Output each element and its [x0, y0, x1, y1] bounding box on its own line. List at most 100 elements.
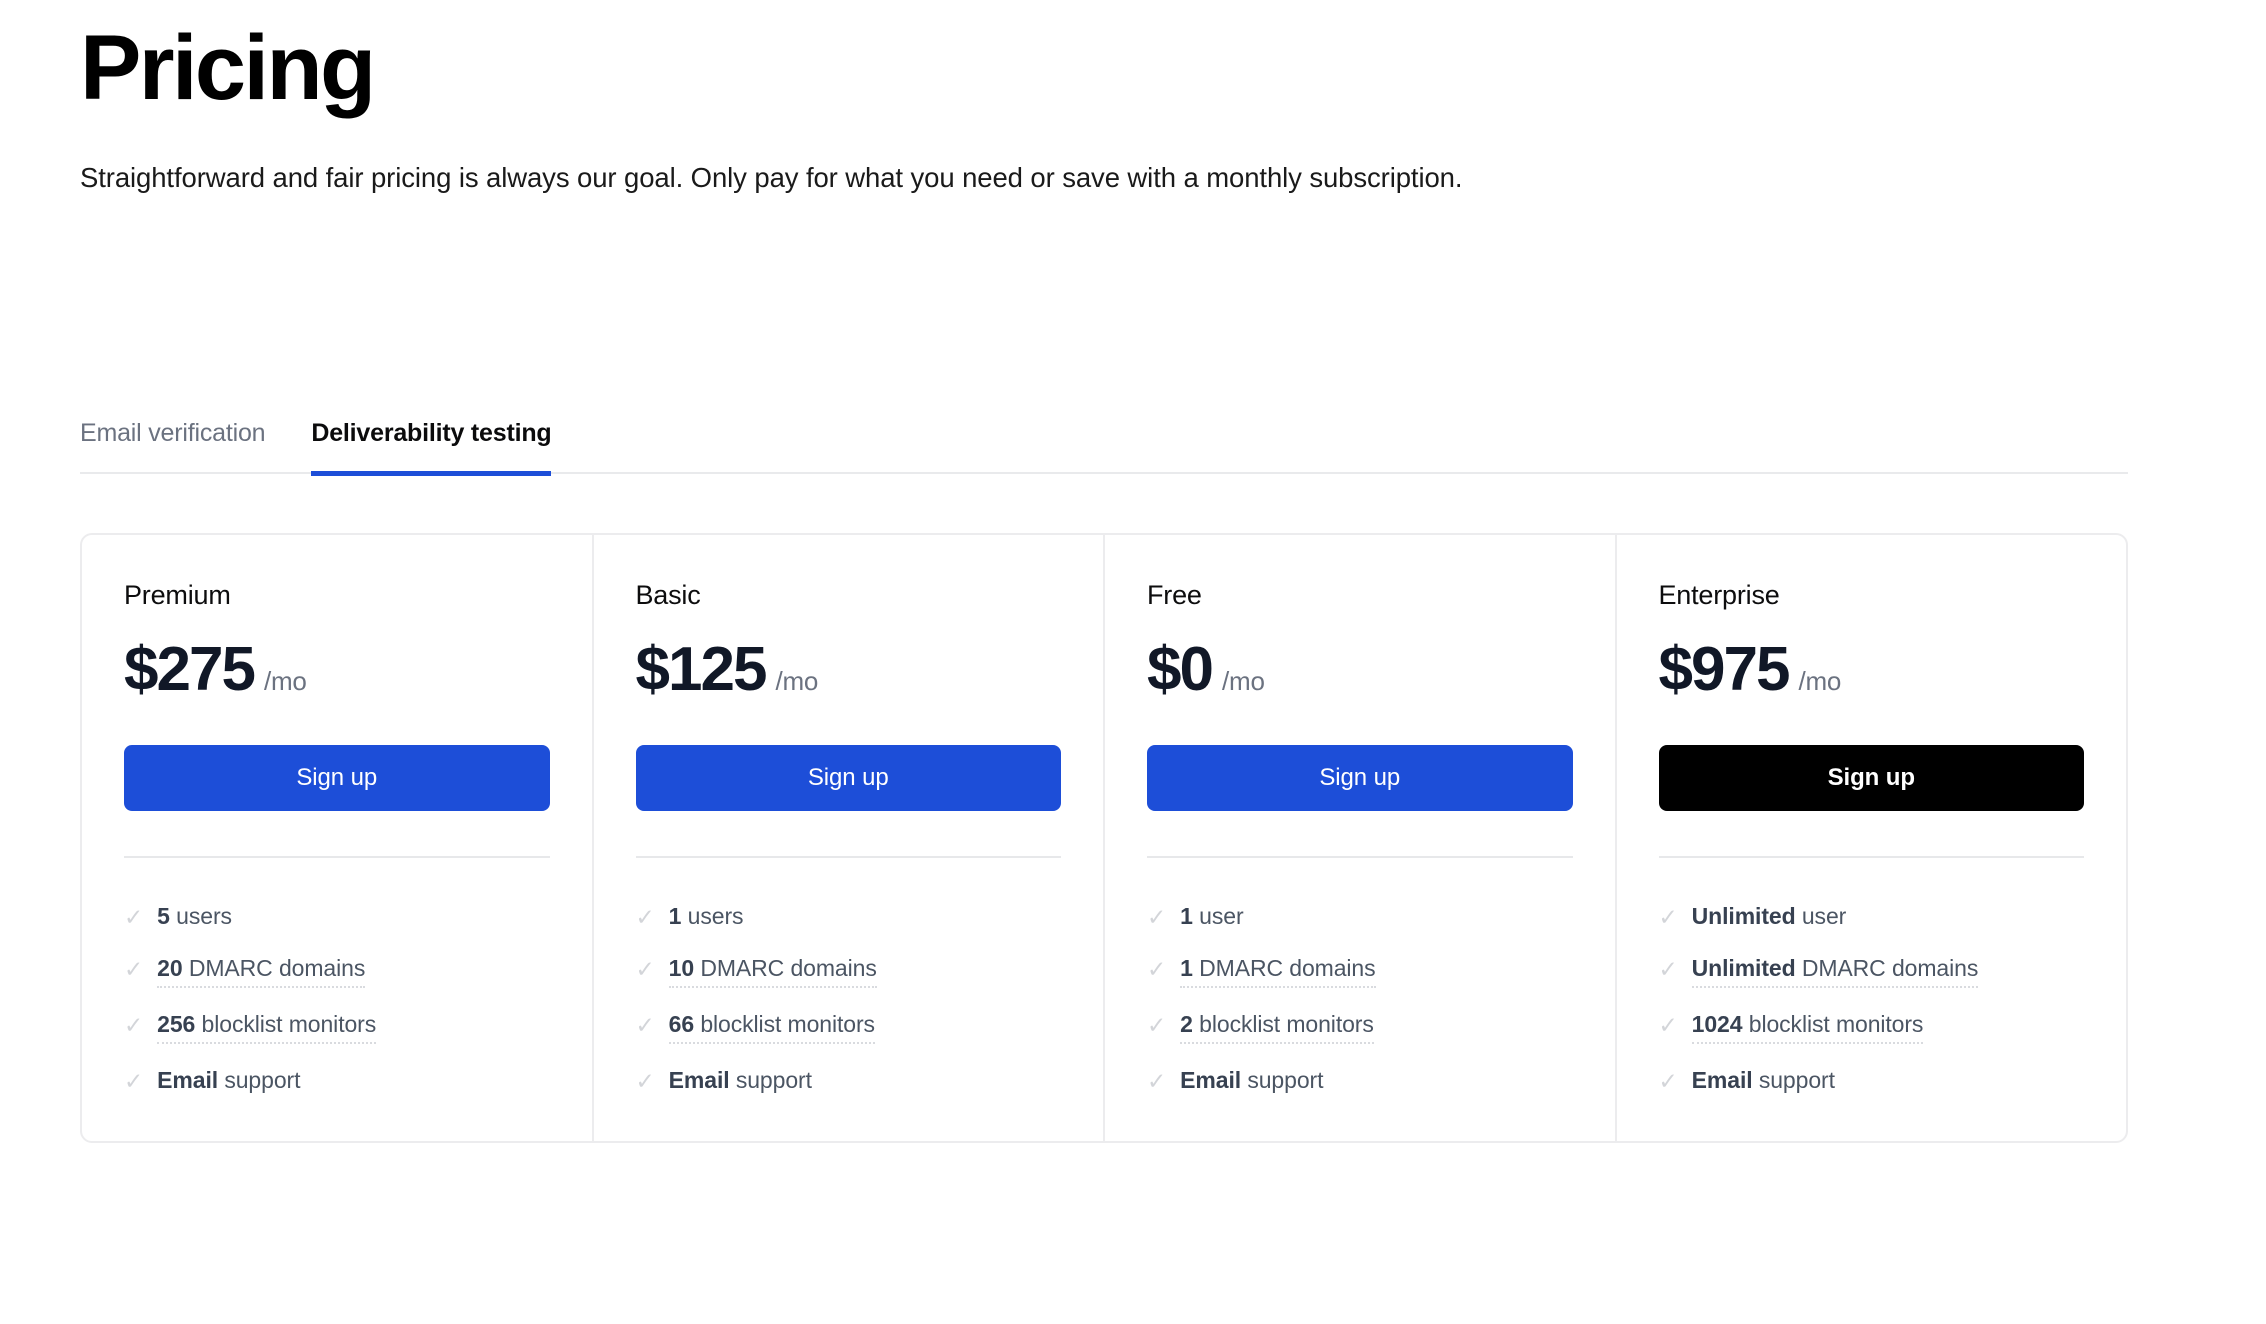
feature-label[interactable]: 2 blocklist monitors	[1180, 1010, 1374, 1045]
check-icon: ✓	[124, 904, 144, 931]
feature-name: user	[1199, 903, 1244, 930]
feature-label: Email support	[669, 1066, 812, 1096]
feature-quantity: Email	[1180, 1067, 1242, 1094]
feature-name: blocklist monitors	[1748, 1011, 1924, 1038]
feature-name: users	[687, 903, 744, 930]
feature-item: ✓ 2 blocklist monitors	[1147, 1010, 1573, 1045]
plan-name: Free	[1147, 580, 1202, 610]
plan-card-free: Free $0/mo Sign up ✓ 1 user ✓ 1 DMARC domains ✓…	[1105, 535, 1617, 1141]
feature-item: ✓ 1 DMARC domains	[1147, 954, 1573, 989]
feature-quantity: Email	[668, 1067, 730, 1094]
plan-card-enterprise: Enterprise $975/mo Sign up ✓ Unlimited user ✓…	[1617, 535, 2127, 1141]
plan-price-row: $275/mo	[124, 639, 550, 701]
check-icon: ✓	[1147, 1012, 1167, 1039]
check-icon: ✓	[635, 956, 655, 983]
feature-name: blocklist monitors	[700, 1011, 875, 1038]
plan-price-period: /mo	[1221, 666, 1265, 697]
signup-button-premium[interactable]: Sign up	[124, 745, 550, 812]
check-icon: ✓	[635, 904, 655, 931]
feature-item: ✓ 1024 blocklist monitors	[1658, 1010, 2085, 1045]
feature-label: 1 user	[1180, 902, 1243, 932]
feature-name: DMARC domains	[700, 955, 877, 982]
signup-button-free[interactable]: Sign up	[1147, 745, 1573, 812]
plan-features-list: ✓ 1 users ✓ 10 DMARC domains ✓ 66 blocklist m…	[636, 902, 1062, 1118]
plan-divider	[124, 856, 550, 859]
plan-card-basic: Basic $125/mo Sign up ✓ 1 users ✓ 10 DMARC dom…	[594, 535, 1105, 1141]
plan-name: Enterprise	[1658, 580, 1780, 610]
feature-label[interactable]: 1024 blocklist monitors	[1691, 1010, 1924, 1045]
feature-name: DMARC domains	[188, 955, 366, 982]
signup-button-basic[interactable]: Sign up	[635, 745, 1061, 812]
feature-quantity: Email	[157, 1067, 219, 1094]
plan-features-list: ✓ 1 user ✓ 1 DMARC domains ✓ 2 blocklist moni…	[1147, 902, 1573, 1118]
feature-label: Email support	[157, 1066, 300, 1096]
feature-name: DMARC domains	[1199, 955, 1376, 982]
plan-name: Premium	[124, 580, 231, 610]
feature-item: ✓ Email support	[1147, 1066, 1573, 1096]
check-icon: ✓	[1658, 904, 1678, 931]
feature-name: DMARC domains	[1801, 955, 1979, 982]
feature-label[interactable]: 1 DMARC domains	[1180, 954, 1376, 989]
feature-quantity: Unlimited	[1691, 955, 1796, 982]
check-icon: ✓	[124, 956, 144, 983]
pricing-tabs: Email verification Deliverability testing	[80, 398, 2128, 476]
plan-price-row: $0/mo	[1147, 639, 1573, 701]
feature-item: ✓ Email support	[124, 1066, 550, 1096]
feature-item: ✓ 1 users	[636, 902, 1062, 932]
feature-quantity: 2	[1180, 1011, 1193, 1038]
feature-label: 5 users	[157, 902, 232, 932]
feature-quantity: 256	[157, 1011, 196, 1038]
feature-name: support	[224, 1067, 301, 1094]
check-icon: ✓	[1147, 1068, 1167, 1095]
plan-name: Basic	[635, 580, 701, 610]
feature-label: 1 users	[669, 902, 744, 932]
feature-item: ✓ Unlimited user	[1659, 902, 2085, 932]
feature-name: user	[1801, 903, 1847, 930]
check-icon: ✓	[124, 1068, 144, 1095]
plan-card-premium: Premium $275/mo Sign up ✓ 5 users ✓ 20 DMARC d…	[82, 535, 594, 1141]
check-icon: ✓	[635, 1068, 655, 1095]
feature-name: support	[735, 1067, 812, 1094]
plan-divider	[1147, 856, 1573, 859]
feature-quantity: 1024	[1691, 1011, 1743, 1038]
plan-features-list: ✓ Unlimited user ✓ Unlimited DMARC domains ✓…	[1659, 902, 2085, 1118]
feature-name: blocklist monitors	[1199, 1011, 1374, 1038]
feature-item: ✓ 5 users	[124, 902, 550, 932]
plan-price: $125	[635, 635, 768, 705]
page-subtitle: Straightforward and fair pricing is alwa…	[80, 162, 1463, 193]
plan-divider	[635, 856, 1061, 859]
plan-price: $975	[1658, 635, 1791, 705]
feature-item: ✓ 20 DMARC domains	[124, 954, 550, 989]
plan-price: $0	[1147, 635, 1214, 705]
feature-label[interactable]: 256 blocklist monitors	[157, 1010, 377, 1045]
feature-name: users	[176, 903, 232, 930]
feature-label[interactable]: 66 blocklist monitors	[668, 1010, 875, 1045]
tab-email-verification[interactable]: Email verification	[80, 419, 266, 472]
check-icon: ✓	[1658, 1012, 1678, 1039]
check-icon: ✓	[1658, 1068, 1678, 1095]
feature-label[interactable]: 10 DMARC domains	[668, 954, 877, 989]
feature-label[interactable]: 20 DMARC domains	[157, 954, 366, 989]
feature-label: Email support	[1180, 1066, 1323, 1096]
check-icon: ✓	[635, 1012, 655, 1039]
check-icon: ✓	[1147, 956, 1167, 983]
plan-divider	[1658, 856, 2084, 859]
page-title: Pricing	[80, 17, 376, 119]
feature-quantity: Email	[1691, 1067, 1753, 1094]
plan-price-period: /mo	[263, 666, 307, 697]
feature-quantity: Unlimited	[1691, 903, 1796, 930]
plan-price: $275	[124, 635, 256, 705]
tab-deliverability-testing[interactable]: Deliverability testing	[311, 419, 552, 476]
feature-item: ✓ 1 user	[1147, 902, 1573, 932]
plan-price-row: $975/mo	[1659, 639, 2085, 701]
feature-name: blocklist monitors	[201, 1011, 377, 1038]
feature-label[interactable]: Unlimited DMARC domains	[1691, 954, 1979, 989]
signup-button-enterprise[interactable]: Sign up	[1658, 745, 2084, 812]
feature-quantity: 66	[668, 1011, 695, 1038]
check-icon: ✓	[1147, 904, 1167, 931]
plan-price-row: $125/mo	[636, 639, 1062, 701]
feature-quantity: 1	[1180, 903, 1193, 930]
pricing-plans-container: Premium $275/mo Sign up ✓ 5 users ✓ 20 DMARC d…	[80, 533, 2128, 1143]
feature-item: ✓ Email support	[636, 1066, 1062, 1096]
feature-quantity: 1	[668, 903, 682, 930]
